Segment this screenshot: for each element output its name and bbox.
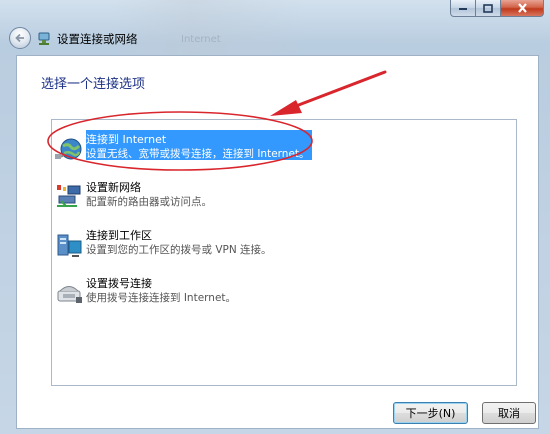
minimize-button[interactable] [450,0,476,17]
option-workplace[interactable]: 连接到工作区 设置到您的工作区的拨号或 VPN 连接。 [52,226,516,266]
caption-buttons [450,0,544,18]
minimize-icon [459,8,467,10]
option-description: 配置新的路由器或访问点。 [86,196,212,208]
connection-options-list: 连接到 Internet 设置无线、宽带或拨号连接，连接到 Internet。 … [51,119,517,386]
globe-network-icon [55,138,82,160]
option-description: 设置到您的工作区的拨号或 VPN 连接。 [86,244,272,256]
cancel-button[interactable]: 取消 [482,402,536,424]
background-bleed-text: Internet [181,34,221,45]
page-heading: 选择一个连接选项 [41,77,146,92]
option-title: 连接到工作区 [86,229,152,242]
maximize-icon [483,3,493,13]
back-arrow-icon [15,33,24,43]
option-title: 设置拨号连接 [86,277,152,290]
option-title: 连接到 Internet [86,133,167,146]
content-panel: 选择一个连接选项 连接到 Internet 设置无线、宽带或拨号连接，连接到 I… [16,55,539,429]
option-title: 设置新网络 [86,181,141,194]
window-title: 设置连接或网络 [57,32,138,46]
option-description: 使用拨号连接连接到 Internet。 [86,292,237,304]
router-icon [57,185,81,207]
option-dialup[interactable]: 设置拨号连接 使用拨号连接连接到 Internet。 [52,274,516,314]
close-button[interactable] [501,0,544,17]
workplace-vpn-icon [57,234,82,257]
close-icon [517,3,527,13]
next-button[interactable]: 下一步(N) [393,402,468,424]
option-new-network[interactable]: 设置新网络 配置新的路由器或访问点。 [52,178,516,218]
option-description: 设置无线、宽带或拨号连接，连接到 Internet。 [86,148,310,160]
network-setup-icon [38,32,50,45]
option-connect-internet[interactable]: 连接到 Internet 设置无线、宽带或拨号连接，连接到 Internet。 [52,130,516,170]
dialup-phone-icon [57,286,82,303]
back-button[interactable] [9,27,31,49]
maximize-button[interactable] [476,0,501,17]
